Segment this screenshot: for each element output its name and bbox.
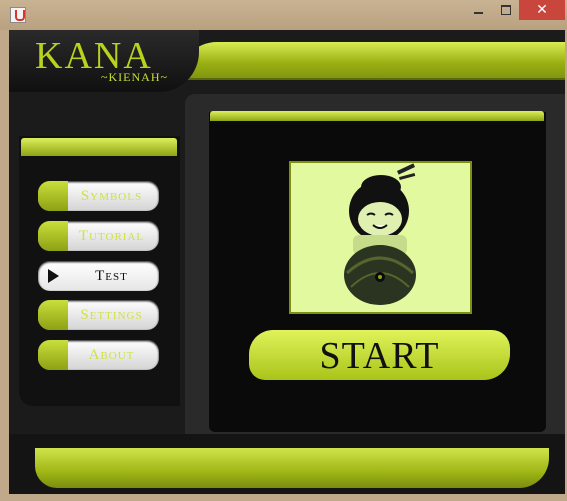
header-bar — [179, 42, 565, 80]
menu-button-label: Test — [95, 268, 128, 284]
menu-panel-header — [21, 138, 177, 156]
menu-button-cap — [38, 221, 68, 251]
menu-button-label: About — [88, 347, 135, 363]
maximize-button[interactable] — [492, 0, 519, 20]
menu-button-tutorial[interactable]: Tutorial — [38, 221, 159, 251]
close-button[interactable]: ✕ — [519, 0, 565, 20]
footer-accent — [35, 448, 549, 488]
menu-button-about[interactable]: About — [38, 340, 159, 370]
menu-button-label: Settings — [80, 307, 143, 323]
kokeshi-doll-icon — [344, 163, 416, 305]
close-icon: ✕ — [536, 2, 548, 18]
mascot-image — [289, 161, 472, 314]
window-titlebar: ✕ — [0, 0, 567, 30]
start-button-label: START — [319, 335, 440, 377]
minimize-button[interactable] — [464, 0, 492, 20]
start-button[interactable]: START — [249, 330, 510, 380]
menu-button-cap — [38, 340, 68, 370]
menu-button-label: Symbols — [80, 188, 143, 204]
java-app-icon — [10, 7, 26, 23]
menu-button-symbols[interactable]: Symbols — [38, 181, 159, 211]
logo: KANA ~KIENAH~ — [9, 30, 199, 92]
main-panel-header — [210, 111, 544, 121]
logo-subtitle: ~KIENAH~ — [101, 70, 168, 84]
app-canvas: KANA ~KIENAH~ Symbols Tutorial Test Sett… — [9, 30, 565, 494]
menu-button-cap — [38, 181, 68, 211]
menu-button-cap — [38, 300, 68, 330]
menu-button-label: Tutorial — [78, 228, 145, 244]
play-icon — [48, 269, 59, 283]
menu-button-test[interactable]: Test — [38, 261, 159, 291]
menu-button-settings[interactable]: Settings — [38, 300, 159, 330]
menu-button-cap — [38, 261, 68, 291]
